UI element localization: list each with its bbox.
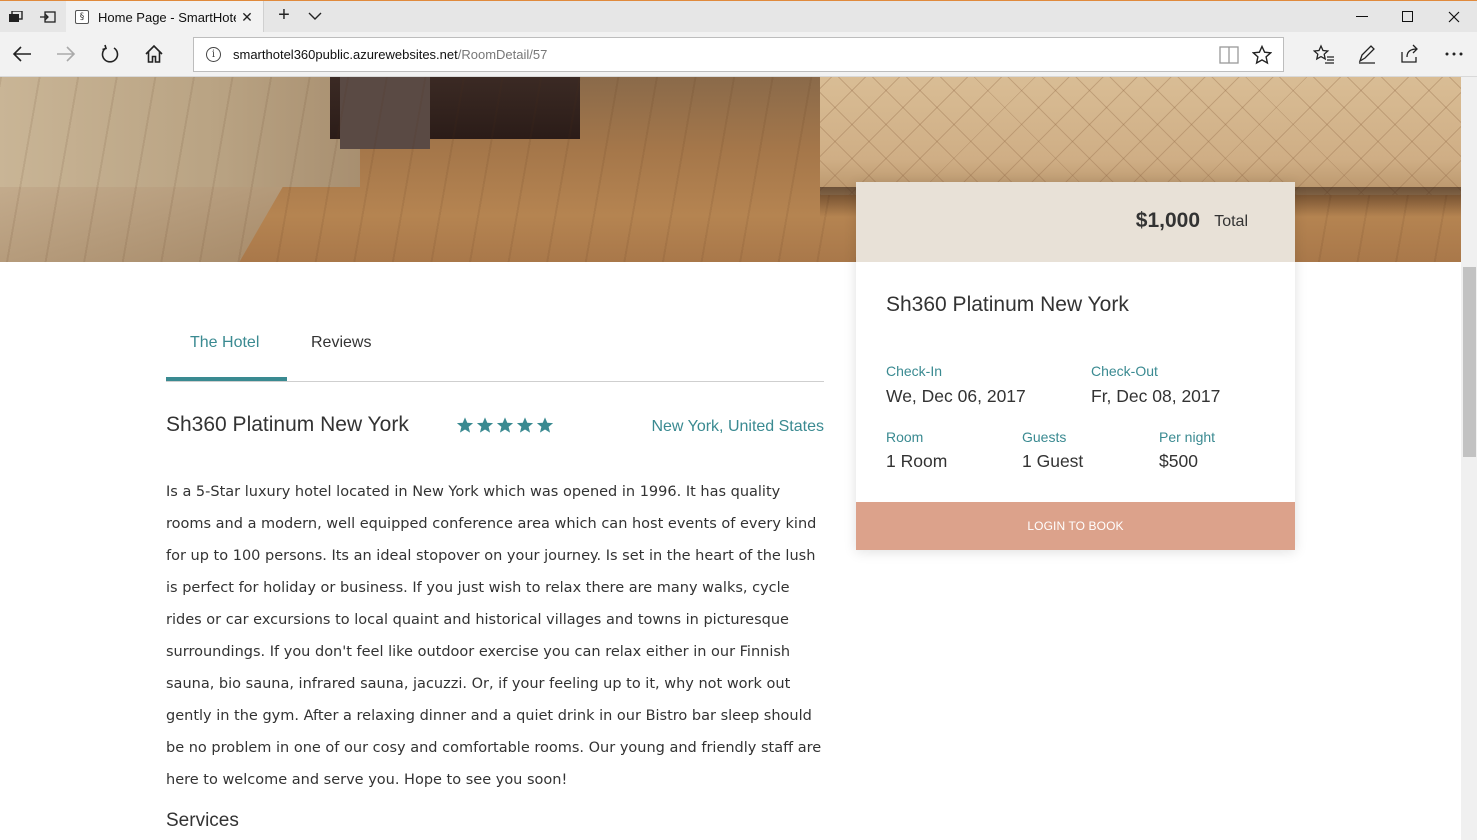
share-icon[interactable] <box>1392 38 1428 70</box>
room-label: Room <box>886 429 924 445</box>
guests-label: Guests <box>1022 429 1067 445</box>
tab-reviews[interactable]: Reviews <box>311 334 371 352</box>
hotel-location[interactable]: New York, United States <box>600 418 824 436</box>
browser-tab-bar: § Home Page - SmartHotel360 ✕ + <box>0 1 1477 33</box>
checkin-value[interactable]: We, Dec 06, 2017 <box>886 386 1026 407</box>
address-bar[interactable]: i smarthotel360public.azurewebsites.net/… <box>193 37 1284 72</box>
more-menu-icon[interactable] <box>1436 38 1472 70</box>
star-icon <box>516 417 534 433</box>
star-icon <box>496 417 514 433</box>
set-tabs-aside-icon[interactable] <box>32 1 64 32</box>
active-tab-indicator <box>166 377 287 381</box>
favorites-hub-icon[interactable] <box>1306 38 1342 70</box>
browser-tab-active[interactable]: § Home Page - SmartHotel360 ✕ <box>66 1 264 33</box>
add-favorite-star-icon[interactable] <box>1251 44 1273 65</box>
booking-card: $1,000 Total Sh360 Platinum New York Che… <box>856 182 1295 550</box>
checkout-value[interactable]: Fr, Dec 08, 2017 <box>1091 386 1220 407</box>
login-to-book-button[interactable]: LOGIN TO BOOK <box>856 502 1295 550</box>
forward-arrow-icon[interactable] <box>48 38 84 70</box>
services-heading: Services <box>166 810 239 831</box>
checkin-label: Check-In <box>886 363 943 379</box>
hotel-tabs: The Hotel Reviews <box>166 325 824 382</box>
home-icon[interactable] <box>136 38 172 70</box>
star-rating <box>456 416 554 434</box>
site-favicon-icon: § <box>75 10 89 24</box>
star-icon <box>476 417 494 433</box>
new-tab-button[interactable]: + <box>272 4 296 28</box>
scrollbar-thumb[interactable] <box>1463 267 1476 457</box>
hero-bed <box>820 77 1461 195</box>
star-icon <box>456 417 474 433</box>
per-night-label: Per night <box>1159 429 1216 445</box>
guests-value[interactable]: 1 Guest <box>1022 451 1083 472</box>
maximize-button[interactable] <box>1385 1 1431 32</box>
back-arrow-icon[interactable] <box>4 38 40 70</box>
address-url[interactable]: smarthotel360public.azurewebsites.net/Ro… <box>233 47 547 62</box>
site-info-icon[interactable]: i <box>206 47 221 62</box>
tab-list-icon[interactable] <box>0 1 32 32</box>
total-price: $1,000 <box>1135 209 1200 232</box>
browser-tab-title: Home Page - SmartHotel360 <box>98 9 236 25</box>
star-icon <box>536 417 554 433</box>
total-label: Total <box>1214 213 1248 230</box>
web-note-pen-icon[interactable] <box>1349 38 1385 70</box>
page-viewport: The Hotel Reviews Sh360 Platinum New Yor… <box>0 77 1461 840</box>
tab-preview-chevron-icon[interactable] <box>303 4 327 28</box>
hotel-description: Is a 5-Star luxury hotel located in New … <box>166 484 822 788</box>
room-value[interactable]: 1 Room <box>886 451 947 472</box>
browser-nav-bar: i smarthotel360public.azurewebsites.net/… <box>0 32 1477 77</box>
reading-view-icon[interactable] <box>1219 46 1239 64</box>
booking-hotel-name: Sh360 Platinum New York <box>886 293 1129 316</box>
close-window-button[interactable] <box>1431 1 1477 32</box>
checkout-label: Check-Out <box>1091 363 1158 379</box>
page-scrollbar[interactable] <box>1461 77 1477 840</box>
minimize-button[interactable] <box>1339 1 1385 32</box>
close-tab-icon[interactable]: ✕ <box>239 9 255 25</box>
hotel-title: Sh360 Platinum New York <box>166 413 409 436</box>
per-night-value: $500 <box>1159 451 1198 471</box>
tab-the-hotel[interactable]: The Hotel <box>190 334 259 352</box>
booking-card-header: $1,000 Total <box>856 182 1295 262</box>
refresh-icon[interactable] <box>92 38 128 70</box>
